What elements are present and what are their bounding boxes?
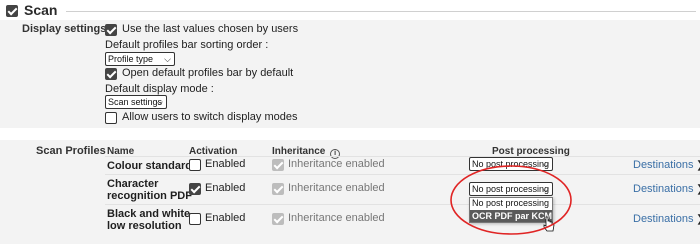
- scan-profiles-label: Scan Profiles: [36, 145, 106, 157]
- row-divider: [105, 156, 700, 157]
- profile-name-line: Black and white: [107, 208, 191, 220]
- inheritance-label: Inheritance enabled: [288, 182, 385, 194]
- display-mode-value: Scan settings: [108, 97, 163, 107]
- inheritance-label: Inheritance enabled: [288, 212, 385, 224]
- post-processing-select[interactable]: No post processing ⌵: [469, 157, 553, 171]
- destinations-link[interactable]: Destinations❯: [633, 159, 700, 171]
- profile-name: Character recognition PDF: [107, 178, 192, 202]
- destinations-label: Destinations: [633, 183, 694, 195]
- mouse-pointer-icon: [543, 216, 555, 232]
- post-processing-dropdown-list: No post processing OCR PDF par KCM: [469, 197, 553, 223]
- chevron-down-icon: ❯: [697, 160, 700, 171]
- dropdown-option[interactable]: No post processing: [470, 198, 552, 210]
- profile-name-line: Character: [107, 178, 159, 190]
- row-divider: [105, 174, 700, 175]
- destinations-link[interactable]: Destinations❯: [633, 213, 700, 225]
- sorting-order-select[interactable]: Profile type ⌵: [105, 52, 175, 66]
- profile-name-line: recognition PDF: [107, 190, 192, 202]
- inheritance-checkbox: [272, 159, 284, 171]
- chevron-down-icon: ⌵: [542, 159, 549, 169]
- chevron-down-icon: ⌵: [542, 184, 549, 194]
- enabled-label: Enabled: [205, 182, 246, 194]
- enabled-checkbox[interactable]: [189, 213, 201, 225]
- section-title: Scan: [24, 2, 58, 18]
- enabled-checkbox[interactable]: [189, 159, 201, 171]
- enabled-label: Enabled: [205, 212, 246, 224]
- display-mode-label: Default display mode :: [105, 83, 214, 95]
- chevron-down-icon: ❯: [697, 214, 700, 225]
- sorting-order-label: Default profiles bar sorting order :: [105, 39, 269, 51]
- use-last-values-checkbox[interactable]: [105, 24, 117, 36]
- enabled-checkbox[interactable]: [189, 183, 201, 195]
- chevron-down-icon: ⌵: [156, 97, 163, 107]
- profile-name: Colour standard: [107, 160, 192, 172]
- allow-switch-checkbox[interactable]: [105, 112, 117, 124]
- open-default-label: Open default profiles bar by default: [122, 67, 294, 79]
- enabled-label: Enabled: [205, 158, 246, 170]
- scan-section-checkbox[interactable]: [6, 5, 18, 17]
- destinations-label: Destinations: [633, 159, 694, 171]
- open-default-checkbox[interactable]: [105, 68, 117, 80]
- inheritance-checkbox: [272, 213, 284, 225]
- inheritance-checkbox: [272, 183, 284, 195]
- row-divider: [105, 204, 700, 205]
- sorting-order-value: Profile type: [108, 54, 154, 64]
- post-processing-select[interactable]: No post processing ⌵: [469, 182, 553, 196]
- dropdown-option-selected[interactable]: OCR PDF par KCM: [470, 210, 552, 222]
- chevron-down-icon: ❯: [697, 184, 700, 195]
- profile-name: Black and white low resolution: [107, 208, 190, 232]
- chevron-down-icon: ⌵: [164, 54, 171, 64]
- display-mode-select[interactable]: Scan settings ⌵: [105, 95, 167, 109]
- display-settings-label: Display settings: [22, 23, 107, 35]
- destinations-link[interactable]: Destinations❯: [633, 183, 700, 195]
- post-processing-value: No post processing: [472, 184, 550, 194]
- use-last-values-label: Use the last values chosen by users: [122, 23, 299, 35]
- post-processing-value: No post processing: [472, 159, 550, 169]
- inheritance-label: Inheritance enabled: [288, 158, 385, 170]
- section-divider: [66, 11, 696, 12]
- profile-name-line: low resolution: [107, 220, 182, 232]
- destinations-label: Destinations: [633, 213, 694, 225]
- allow-switch-label: Allow users to switch display modes: [122, 111, 298, 123]
